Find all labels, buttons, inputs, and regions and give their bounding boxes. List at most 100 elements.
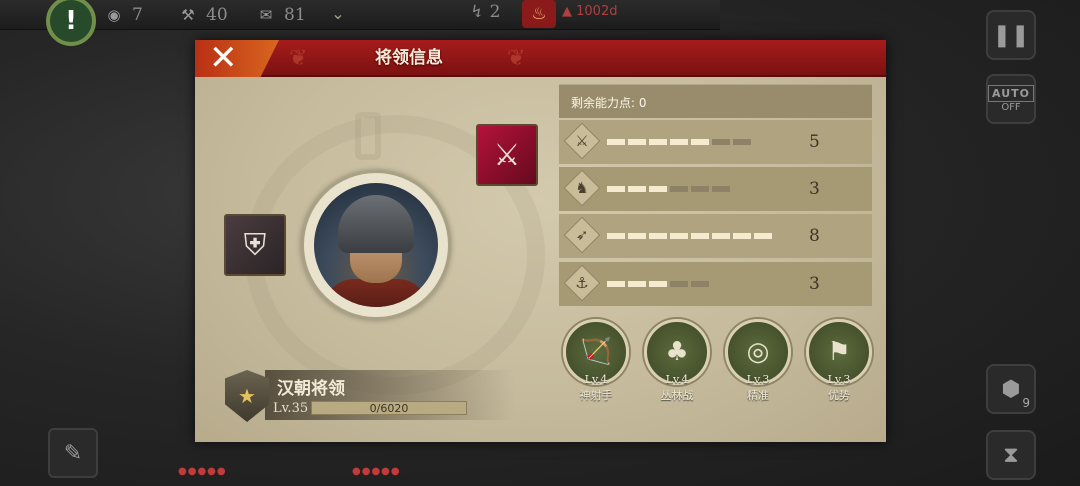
stat-row-melee[interactable]: ⚔ 5 — [559, 120, 872, 164]
skill-name: 神射手 — [579, 389, 613, 402]
stat-segment — [733, 233, 751, 239]
stat-segment — [670, 281, 688, 287]
fire-icon[interactable]: ♨ — [522, 0, 556, 28]
stat-segment — [607, 281, 625, 287]
stat-segment — [628, 139, 646, 145]
stat-segment — [712, 233, 730, 239]
stat-bar — [607, 139, 751, 145]
general-name: 汉朝将领 — [277, 379, 345, 399]
armor-icon: ⛨ — [243, 227, 267, 263]
pause-icon: ❚❚ — [992, 22, 1030, 48]
stat-segment — [607, 139, 625, 145]
hex-count: 9 — [1022, 396, 1030, 410]
hexagon-icon: ⬢ — [1001, 376, 1021, 402]
stat-segment — [670, 139, 688, 145]
stat-segment — [628, 281, 646, 287]
skill-precision[interactable]: ◎ Lv.3 精准 — [723, 319, 793, 403]
stat-segment — [670, 233, 688, 239]
auto-button[interactable]: AUTO OFF — [986, 74, 1036, 124]
auto-label: AUTO — [988, 85, 1034, 102]
stat-segment — [733, 139, 751, 145]
coin-icon: ◉ — [107, 6, 121, 24]
ability-points-label: 剩余能力点: — [571, 96, 636, 110]
stat-segment — [691, 139, 709, 145]
score-value: 1002d — [576, 4, 618, 19]
general-portrait[interactable] — [301, 170, 451, 320]
score-text: ▲ 1002d — [562, 4, 618, 19]
turn-counter: ↯ 2 — [470, 2, 501, 22]
ability-points-row: 剩余能力点: 0 — [559, 84, 872, 118]
bow-icon: ➶ — [563, 216, 601, 254]
emblem-crest — [355, 112, 381, 160]
resource-3-value: 81 — [284, 5, 306, 25]
resource-2: ⚒ 40 — [178, 4, 228, 26]
hourglass-button[interactable]: ⧗ — [986, 430, 1036, 480]
stat-value: 8 — [809, 226, 820, 246]
stat-value: 3 — [809, 179, 820, 199]
rank-badge: ★ — [225, 370, 269, 422]
hex-button[interactable]: ⬢ 9 — [986, 364, 1036, 414]
resource-1-value: 7 — [132, 5, 143, 25]
resource-3: ✉ 81 — [256, 4, 306, 26]
stat-bar — [607, 233, 772, 239]
stat-segment — [754, 233, 772, 239]
general-avatar — [314, 183, 438, 307]
skill-level: Lv.4 — [584, 373, 608, 386]
modal-header: ❦ ❦ 将领信息 ✕ — [195, 40, 886, 77]
close-icon: ✕ — [209, 38, 238, 78]
skill-advantage[interactable]: ⚑ Lv.3 优势 — [804, 319, 874, 403]
stat-segment — [607, 233, 625, 239]
weapon-slot[interactable]: ⚔ — [476, 124, 538, 186]
avatar-helmet — [338, 195, 414, 253]
horse-icon: ♞ — [563, 169, 601, 207]
ability-points-value: 0 — [638, 96, 647, 110]
axe-icon: ⚔ — [493, 137, 521, 173]
stat-segment — [712, 186, 730, 192]
general-info-modal: ❦ ❦ 将领信息 ✕ ⛨ ⚔ ★ 汉朝将领 Lv.35 0/6020 剩余能力点… — [195, 40, 886, 442]
stat-row-cavalry[interactable]: ♞ 3 — [559, 167, 872, 211]
chevron-down-icon[interactable]: ⌄ — [327, 4, 349, 24]
stat-value: 5 — [809, 132, 820, 152]
alert-icon: ! — [65, 6, 77, 36]
skill-level: Lv.3 — [746, 373, 770, 386]
stat-segment — [712, 139, 730, 145]
stat-row-archery[interactable]: ➶ 8 — [559, 214, 872, 258]
xp-text: 0/6020 — [369, 402, 409, 415]
stat-bar — [607, 281, 709, 287]
skill-sharpshooter[interactable]: 🏹 Lv.4 神射手 — [561, 319, 631, 403]
skill-jungle-warfare[interactable]: ♣ Lv.4 丛林战 — [642, 319, 712, 403]
hammer-icon: ⚒ — [181, 6, 195, 24]
stat-segment — [691, 233, 709, 239]
armor-slot[interactable]: ⛨ — [224, 214, 286, 276]
skill-level: Lv.3 — [827, 373, 851, 386]
stat-segment — [628, 233, 646, 239]
stat-bar — [607, 186, 730, 192]
map-tool-button[interactable]: ✎ — [48, 428, 98, 478]
hourglass-icon: ⧗ — [1003, 442, 1019, 468]
stat-segment — [649, 186, 667, 192]
scroll-map-icon: ✎ — [63, 440, 83, 466]
alert-button[interactable]: ! — [46, 0, 96, 46]
avatar-armor — [324, 279, 428, 307]
stat-segment — [649, 139, 667, 145]
unit-health-dots: ●●●●● — [352, 466, 401, 477]
stat-segment — [670, 186, 688, 192]
xp-bar: 0/6020 — [311, 401, 467, 415]
resource-2-value: 40 — [206, 5, 228, 25]
stat-row-naval[interactable]: ⚓ 3 — [559, 262, 872, 306]
skill-name: 丛林战 — [660, 389, 694, 402]
skill-name: 优势 — [828, 389, 850, 402]
turn-value: 2 — [489, 2, 501, 22]
skill-level: Lv.4 — [665, 373, 689, 386]
stat-value: 3 — [809, 274, 820, 294]
general-level: Lv.35 — [273, 401, 309, 416]
scroll-icon: ✉ — [259, 6, 273, 24]
stat-segment — [649, 281, 667, 287]
stat-segment — [628, 186, 646, 192]
stat-segment — [691, 281, 709, 287]
stat-segment — [607, 186, 625, 192]
anchor-icon: ⚓ — [563, 264, 601, 302]
stat-segment — [649, 233, 667, 239]
pause-button[interactable]: ❚❚ — [986, 10, 1036, 60]
star-icon: ★ — [238, 384, 256, 408]
